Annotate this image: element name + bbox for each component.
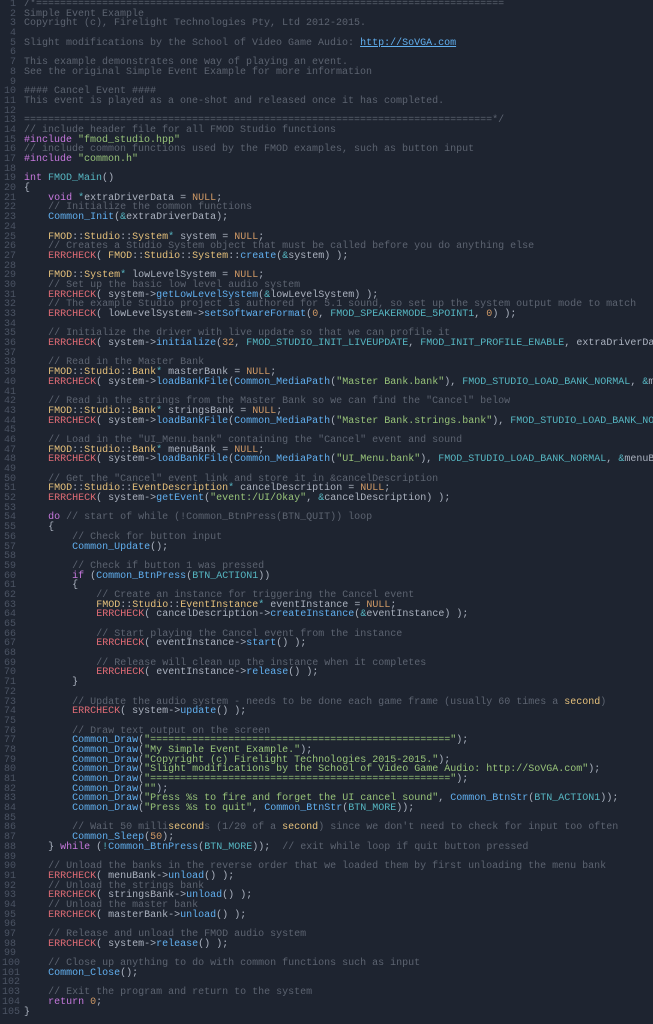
code-line[interactable]: ERRCHECK( system->loadBankFile(Common_Me… bbox=[24, 378, 653, 388]
code-line[interactable]: ERRCHECK( system->loadBankFile(Common_Me… bbox=[24, 417, 653, 427]
code-line[interactable]: ERRCHECK( eventInstance->start() ); bbox=[24, 639, 653, 649]
code-line[interactable]: See the original Simple Event Example fo… bbox=[24, 68, 653, 78]
code-line[interactable]: } bbox=[24, 678, 653, 688]
code-line[interactable]: ERRCHECK( lowLevelSystem->setSoftwareFor… bbox=[24, 310, 653, 320]
code-line[interactable]: return 0; bbox=[24, 998, 653, 1008]
code-line[interactable]: // Exit the program and return to the sy… bbox=[24, 988, 653, 998]
code-line[interactable]: ERRCHECK( system->getEvent("event:/UI/Ok… bbox=[24, 494, 653, 504]
code-line[interactable]: if (Common_BtnPress(BTN_ACTION1)) bbox=[24, 572, 653, 582]
line-number: 105 bbox=[2, 1008, 16, 1018]
code-line[interactable]: ERRCHECK( eventInstance->release() ); bbox=[24, 668, 653, 678]
code-line[interactable]: Copyright (c), Firelight Technologies Pt… bbox=[24, 19, 653, 29]
code-line[interactable]: } while (!Common_BtnPress(BTN_MORE)); //… bbox=[24, 843, 653, 853]
code-line[interactable]: Common_Close(); bbox=[24, 969, 653, 979]
code-line[interactable]: Common_Update(); bbox=[24, 543, 653, 553]
code-line[interactable]: ERRCHECK( system->loadBankFile(Common_Me… bbox=[24, 455, 653, 465]
code-line[interactable]: ERRCHECK( system->release() ); bbox=[24, 940, 653, 950]
code-line[interactable]: int FMOD_Main() bbox=[24, 174, 653, 184]
code-area[interactable]: /*======================================… bbox=[22, 0, 653, 1017]
code-line[interactable]: ERRCHECK( masterBank->unload() ); bbox=[24, 911, 653, 921]
code-line[interactable]: ERRCHECK( cancelDescription->createInsta… bbox=[24, 610, 653, 620]
line-number-gutter: 1234567891011121314151617181920212223242… bbox=[0, 0, 22, 1017]
code-line[interactable]: This event is played as a one-shot and r… bbox=[24, 97, 653, 107]
code-line[interactable]: do // start of while (!Common_BtnPress(B… bbox=[24, 513, 653, 523]
code-line[interactable]: ERRCHECK( system->initialize(32, FMOD_ST… bbox=[24, 339, 653, 349]
code-line[interactable]: } bbox=[24, 1008, 653, 1018]
code-line[interactable]: Common_Init(&extraDriverData); bbox=[24, 213, 653, 223]
code-line[interactable] bbox=[24, 165, 653, 175]
code-line[interactable]: Slight modifications by the School of Vi… bbox=[24, 39, 653, 49]
code-line[interactable]: #include "common.h" bbox=[24, 155, 653, 165]
code-line[interactable]: Common_Draw("Press %s to quit", Common_B… bbox=[24, 804, 653, 814]
code-line[interactable]: ERRCHECK( system->update() ); bbox=[24, 707, 653, 717]
code-line[interactable]: ERRCHECK( FMOD::Studio::System::create(&… bbox=[24, 252, 653, 262]
